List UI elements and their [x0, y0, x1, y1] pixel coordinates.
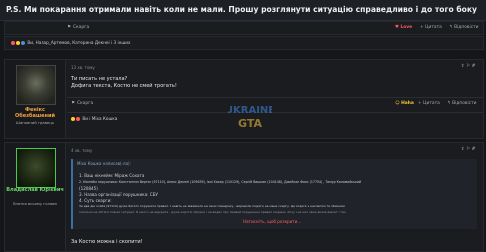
user-title: Взятка всьому голова: [13, 201, 57, 206]
author-name[interactable]: Фенікс Обезбашений: [5, 107, 65, 119]
quote-block: Міха Кошка написав(-ла): 1. Ваш нікнейм:…: [71, 159, 477, 229]
divider: [67, 97, 483, 98]
post-time[interactable]: 4 хв. тому: [71, 148, 92, 153]
quote-line: 3. Назва організації порушника: СБУ: [79, 192, 158, 197]
post1-reactions-bar: Ви, Назар_Артемов, Катерина Декнеі і 3 і…: [4, 36, 484, 50]
ukraine-gta-watermark-logo: UKRAINE GTA: [228, 105, 272, 130]
expand-quote-link[interactable]: Натисніть, щоб розкрити...: [243, 219, 301, 224]
post1-reply-button[interactable]: ↰ Відповісти: [449, 25, 479, 30]
author-name[interactable]: Владислав Юрієвич: [5, 187, 65, 193]
quote-line: 1. Ваш нікнейм: Міраж Сохата: [79, 173, 145, 178]
post1-reaction-list[interactable]: Ви, Назар_Артемов, Катерина Декнеі і 3 і…: [11, 40, 130, 45]
post-line-2: Дофига текста, Костю не смей трогать!: [71, 83, 177, 89]
flag-icon: ⚑: [71, 101, 75, 106]
love-emoji-icon: [11, 41, 15, 45]
quote-header[interactable]: Міха Кошка написав(-ла):: [77, 161, 131, 166]
post1-actions-bar: ⚑ Скарга ♥ Love + Цитата ↰ Відповісти: [4, 21, 484, 35]
thread-header: P.S. Ми покарання отримали навіть коли н…: [0, 0, 486, 21]
post1-report-button[interactable]: ⚑ Скарга: [67, 25, 89, 30]
post-tools: ⇪⚐#: [461, 147, 477, 152]
quote-line: За два дні осеба (97110) дуже багато пор…: [79, 204, 345, 208]
reply-button[interactable]: ↰ Відповісти: [447, 101, 477, 106]
reaction-list[interactable]: Ви і Міха Кошка: [71, 116, 117, 121]
quote-button[interactable]: + Цитата: [418, 101, 440, 106]
post1-love-reaction[interactable]: ♥ Love: [395, 25, 412, 30]
haha-emoji-icon: [71, 117, 75, 121]
avatar[interactable]: [16, 65, 56, 105]
quote-line: (120845): [79, 186, 98, 191]
user-card: Фенікс Обезбашений Шановний гравець: [5, 60, 66, 138]
flag-icon: ⚑: [67, 25, 71, 30]
post-time[interactable]: 13 хв. тому: [71, 65, 95, 70]
report-button[interactable]: ⚑ Скарга: [71, 101, 93, 106]
post-line-1: Ти писать не устала?: [71, 76, 128, 82]
divider: [67, 112, 483, 113]
post-reply-text: За Костю можна і скопити!: [71, 239, 143, 245]
quote-line: 4. Суть скарги:: [79, 198, 112, 203]
haha-emoji-icon: [16, 41, 20, 45]
post1-quote-button[interactable]: + Цитата: [420, 25, 442, 30]
post-number[interactable]: #: [472, 64, 477, 69]
quote-line: 2. Нікнейм порушника: Констянтин Вергес …: [79, 180, 362, 184]
haha-reaction[interactable]: ☺ Haha: [395, 101, 414, 106]
svg-text:GTA: GTA: [238, 117, 262, 130]
svg-text:UKRAINE: UKRAINE: [228, 105, 272, 116]
avatar[interactable]: [16, 148, 56, 188]
like-emoji-icon: [21, 41, 25, 45]
user-card: Владислав Юрієвич Взятка всьому голова: [5, 143, 66, 251]
post-tools: ⇪⚐#: [461, 64, 477, 69]
post-vladyslav: Владислав Юрієвич Взятка всьому голова 4…: [4, 142, 484, 252]
thread-title: P.S. Ми покарання отримали навіть коли н…: [6, 5, 477, 14]
user-title: Шановний гравець: [15, 120, 55, 125]
love-emoji-icon: [76, 117, 80, 121]
quote-line: оскільки не обтяги повної ситуації. Я ні…: [79, 210, 346, 214]
post-number[interactable]: #: [472, 147, 477, 152]
